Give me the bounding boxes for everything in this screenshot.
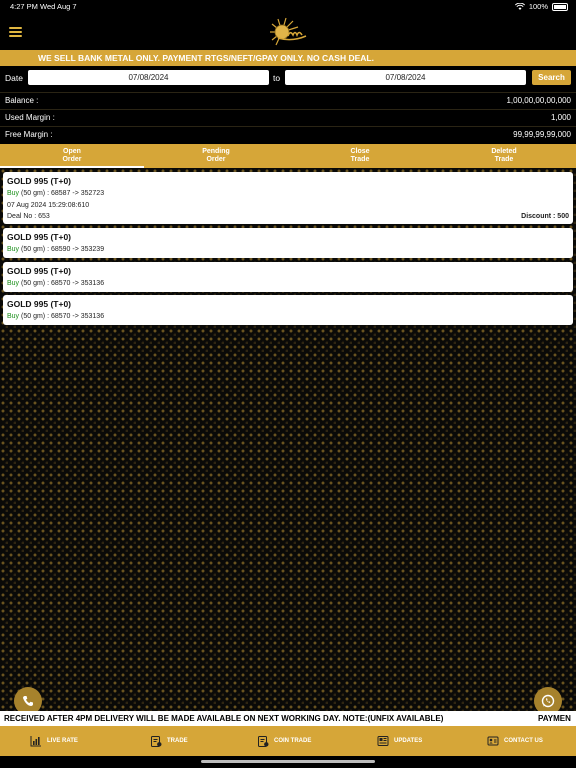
to-label: to: [273, 73, 281, 83]
order-tabs: Open Order Pending Order Close Trade Delete…: [0, 144, 576, 168]
app-header: [0, 14, 576, 50]
sunx-logo: [270, 17, 307, 46]
tab-label-line: Deleted: [491, 148, 517, 155]
nav-contact-us[interactable]: CONTACT US: [487, 726, 543, 756]
nav-label: COIN TRADE: [274, 738, 312, 744]
order-title: GOLD 995 (T+0): [7, 176, 72, 186]
used-margin-value: 1,000: [550, 113, 571, 122]
order-side: Buy: [7, 280, 20, 287]
free-margin-label: Free Margin :: [5, 130, 53, 139]
nav-label: UPDATES: [394, 738, 423, 744]
nav-label: TRADE: [167, 738, 188, 744]
order-side: Buy: [7, 313, 20, 320]
whatsapp-icon: [541, 694, 555, 708]
tab-pending-order[interactable]: Pending Order: [144, 144, 288, 168]
status-bar: 4:27 PM Wed Aug 7 100%: [0, 0, 576, 14]
contact-card-icon: [487, 736, 499, 746]
balance-value: 1,00,00,00,00,000: [506, 96, 571, 105]
order-card[interactable]: GOLD 995 (T+0) Buy (50 gm) : 68570 -> 35…: [3, 295, 573, 325]
tab-close-trade[interactable]: Close Trade: [288, 144, 432, 168]
order-discount: Discount : 500: [521, 213, 569, 220]
order-price: (50 gm) : 68590 -> 353239: [19, 246, 105, 253]
announcement-banner: WE SELL BANK METAL ONLY. PAYMENT RTGS/NE…: [0, 50, 576, 66]
to-date-input[interactable]: 07/08/2024: [285, 70, 526, 85]
order-detail: Buy (50 gm) : 68587 -> 352723: [7, 190, 104, 197]
newspaper-icon: [377, 736, 389, 746]
tab-label-line: Open: [63, 148, 81, 155]
status-time: 4:27 PM: [10, 2, 38, 11]
nav-label: CONTACT US: [504, 738, 543, 744]
order-side: Buy: [7, 190, 20, 197]
tab-deleted-trade[interactable]: Deleted Trade: [432, 144, 576, 168]
order-card[interactable]: GOLD 995 (T+0) Buy (50 gm) : 68570 -> 35…: [3, 262, 573, 292]
order-title: GOLD 995 (T+0): [7, 299, 72, 309]
tab-label-line: Close: [350, 148, 370, 155]
balance-label: Balance :: [5, 96, 39, 105]
order-side: Buy: [7, 246, 20, 253]
tab-label-line: Trade: [350, 156, 370, 163]
date-filter-bar: Date 07/08/2024 to 07/08/2024 Search: [0, 66, 576, 90]
announcement-text: WE SELL BANK METAL ONLY. PAYMENT RTGS/NE…: [38, 53, 374, 63]
nav-live-rate[interactable]: LIVE RATE: [30, 726, 78, 756]
free-margin-row: Free Margin : 99,99,99,99,000: [0, 126, 576, 143]
date-label: Date: [5, 73, 23, 83]
battery-icon: [552, 2, 568, 11]
ticker-text-next: PAYMEN: [538, 714, 571, 723]
wifi-icon: [514, 3, 525, 10]
order-detail: Buy (50 gm) : 68590 -> 353239: [7, 246, 104, 253]
free-margin-value: 99,99,99,99,000: [513, 130, 571, 139]
order-price: (50 gm) : 68587 -> 352723: [19, 190, 105, 197]
order-card[interactable]: GOLD 995 (T+0) Buy (50 gm) : 68587 -> 35…: [3, 172, 573, 224]
ticker-text: RECEIVED AFTER 4PM DELIVERY WILL BE MADE…: [4, 714, 444, 723]
order-datetime: 07 Aug 2024 15:29:08:610: [7, 202, 90, 209]
from-date-input[interactable]: 07/08/2024: [28, 70, 269, 85]
nav-updates[interactable]: UPDATES: [377, 726, 422, 756]
bottom-navigation: LIVE RATE TRADE COIN TRADE UPDATES CONTA…: [0, 726, 576, 756]
balance-row: Balance : 1,00,00,00,00,000: [0, 92, 576, 109]
coin-clipboard-icon: [258, 736, 269, 747]
tab-label-line: Order: [62, 156, 82, 163]
nav-label: LIVE RATE: [47, 738, 78, 744]
tab-label-line: Pending: [202, 148, 230, 155]
tab-label-line: Trade: [494, 156, 514, 163]
order-title: GOLD 995 (T+0): [7, 266, 72, 276]
status-right: 100%: [514, 2, 568, 11]
used-margin-label: Used Margin :: [5, 113, 55, 122]
menu-icon[interactable]: [9, 27, 22, 37]
tab-open-order[interactable]: Open Order: [0, 144, 144, 168]
home-indicator[interactable]: [201, 760, 375, 763]
order-price: (50 gm) : 68570 -> 353136: [19, 313, 105, 320]
nav-trade[interactable]: TRADE: [150, 726, 188, 756]
order-detail: Buy (50 gm) : 68570 -> 353136: [7, 280, 104, 287]
status-date: Wed Aug 7: [40, 2, 77, 11]
used-margin-row: Used Margin : 1,000: [0, 109, 576, 126]
tab-label-line: Order: [206, 156, 226, 163]
order-price: (50 gm) : 68570 -> 353136: [19, 280, 105, 287]
nav-coin-trade[interactable]: COIN TRADE: [257, 726, 311, 756]
search-button[interactable]: Search: [532, 70, 571, 85]
phone-icon: [23, 696, 33, 706]
order-detail: Buy (50 gm) : 68570 -> 353136: [7, 313, 104, 320]
news-ticker: RECEIVED AFTER 4PM DELIVERY WILL BE MADE…: [0, 711, 576, 726]
chart-icon: [30, 736, 41, 747]
battery-percent: 100%: [528, 2, 548, 11]
order-card[interactable]: GOLD 995 (T+0) Buy (50 gm) : 68590 -> 35…: [3, 228, 573, 258]
order-title: GOLD 995 (T+0): [7, 232, 72, 242]
order-deal-number: Deal No : 653: [7, 213, 50, 220]
trade-clipboard-icon: [151, 736, 162, 747]
